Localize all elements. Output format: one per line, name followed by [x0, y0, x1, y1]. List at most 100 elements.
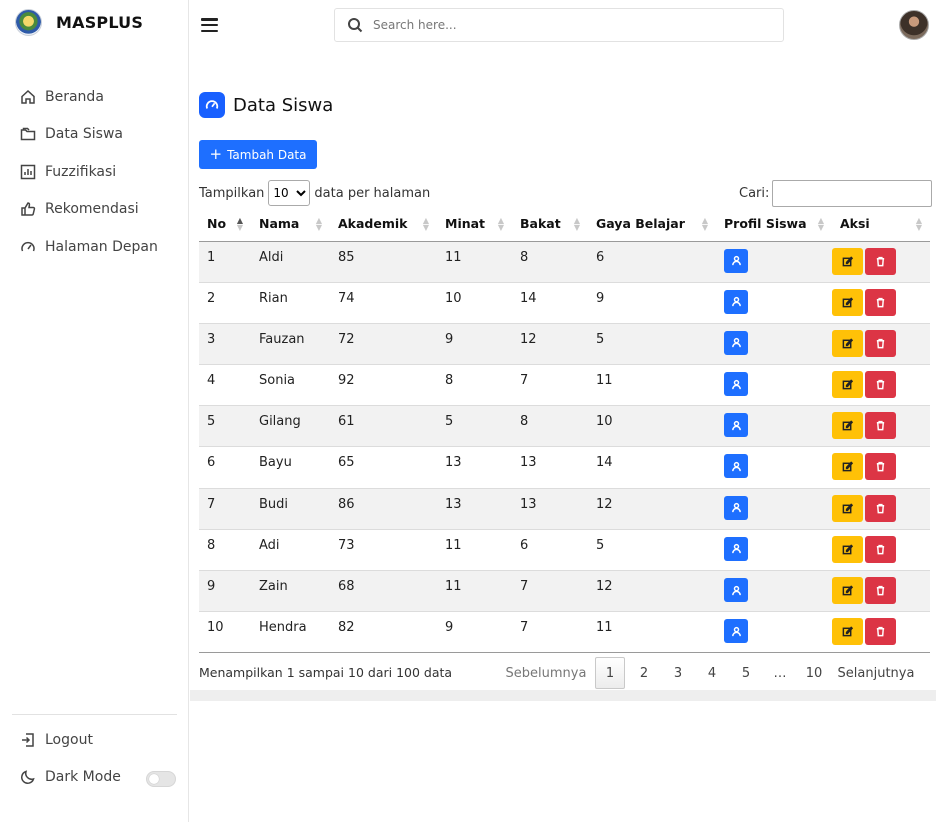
edit-button[interactable]: [832, 494, 863, 522]
sidebar-item-halaman-depan[interactable]: Halaman Depan: [20, 228, 158, 266]
table-cell: Aldi: [251, 241, 330, 283]
view-profile-button[interactable]: [724, 372, 748, 397]
edit-button[interactable]: [832, 371, 863, 399]
brand[interactable]: MASPLUS: [15, 9, 143, 36]
column-header[interactable]: Profil Siswa ▲ ▼: [716, 207, 832, 242]
delete-button[interactable]: [865, 329, 896, 357]
app-logo: [15, 9, 42, 36]
view-profile-button[interactable]: [724, 454, 748, 479]
table-cell: 7: [512, 570, 588, 613]
delete-button[interactable]: [865, 247, 896, 275]
edit-button[interactable]: [832, 412, 863, 440]
profile-cell: [716, 446, 832, 489]
table-cell: Hendra: [251, 611, 330, 654]
view-profile-button[interactable]: [724, 248, 748, 273]
menu-toggle-button[interactable]: [201, 18, 218, 32]
delete-button[interactable]: [865, 453, 896, 481]
sidebar-item-label: Halaman Depan: [45, 238, 158, 255]
table-cell: 7: [512, 611, 588, 654]
actions-cell: [832, 364, 930, 407]
table-cell: 9: [437, 611, 512, 654]
column-header[interactable]: Akademik ▲ ▼: [330, 207, 437, 242]
pagination-pages: 1 2 3 4 5 … 10: [595, 657, 831, 689]
table-row: 5 Gilang 61 5 8 10: [199, 405, 930, 448]
delete-button[interactable]: [865, 371, 896, 399]
table-search-control: Cari:: [739, 180, 933, 207]
user-icon: [731, 502, 742, 513]
pagination-page[interactable]: 10: [797, 657, 831, 689]
column-header[interactable]: Minat ▲ ▼: [437, 207, 512, 242]
view-profile-button[interactable]: [724, 413, 748, 438]
column-header[interactable]: Gaya Belajar ▲ ▼: [588, 207, 716, 242]
sidebar-item-beranda[interactable]: Beranda: [20, 78, 158, 116]
sidebar-item-rekomendasi[interactable]: Rekomendasi: [20, 191, 158, 229]
user-icon: [731, 296, 742, 307]
avatar[interactable]: [899, 10, 929, 40]
view-profile-button[interactable]: [724, 578, 748, 602]
delete-button[interactable]: [865, 618, 896, 646]
table-cell: 6: [512, 529, 588, 572]
dark-mode-toggle[interactable]: [146, 771, 176, 787]
add-data-button[interactable]: + Tambah Data: [199, 140, 317, 169]
table-cell: 5: [588, 529, 716, 572]
column-header[interactable]: Aksi ▲ ▼: [832, 207, 930, 242]
user-icon: [731, 461, 742, 472]
edit-button[interactable]: [832, 247, 863, 275]
user-icon: [731, 543, 742, 554]
sidebar-item-data-siswa[interactable]: Data Siswa: [20, 116, 158, 154]
edit-button[interactable]: [832, 453, 863, 481]
pagination-page[interactable]: 5: [729, 657, 763, 689]
sidebar-divider: [12, 714, 177, 715]
trash-icon: [875, 379, 886, 390]
column-header[interactable]: No ▲ ▼: [199, 207, 251, 242]
pagination-page[interactable]: 2: [627, 657, 661, 689]
table-cell: Sonia: [251, 364, 330, 407]
table-cell: 11: [437, 570, 512, 613]
delete-button[interactable]: [865, 494, 896, 522]
column-header[interactable]: Nama ▲ ▼: [251, 207, 330, 242]
view-profile-button[interactable]: [724, 495, 748, 520]
table-cell: 86: [330, 488, 437, 530]
table-row: 4 Sonia 92 8 7 11: [199, 364, 930, 407]
edit-button[interactable]: [832, 288, 863, 316]
table-search-input[interactable]: [772, 180, 933, 207]
delete-button[interactable]: [865, 577, 896, 604]
logout-button[interactable]: Logout: [20, 732, 93, 748]
search-input[interactable]: [373, 18, 753, 32]
delete-button[interactable]: [865, 412, 896, 440]
column-header-label: Bakat: [520, 216, 561, 232]
view-profile-button[interactable]: [724, 619, 748, 644]
horizontal-scrollbar[interactable]: [190, 690, 936, 701]
pagination-prev[interactable]: Sebelumnya: [497, 657, 595, 689]
edit-button[interactable]: [832, 535, 863, 563]
table-cell: 85: [330, 241, 437, 283]
table-cell: 65: [330, 446, 437, 489]
pagination-page[interactable]: 1: [595, 657, 625, 689]
pagination-page[interactable]: 4: [695, 657, 729, 689]
column-header[interactable]: Bakat ▲ ▼: [512, 207, 588, 242]
table-cell: 13: [512, 446, 588, 489]
delete-button[interactable]: [865, 288, 896, 316]
view-profile-button[interactable]: [724, 289, 748, 314]
sidebar-item-fuzzifikasi[interactable]: Fuzzifikasi: [20, 153, 158, 191]
table-cell: 11: [588, 611, 716, 654]
page-length-select[interactable]: 10: [268, 180, 311, 206]
actions-cell: [832, 241, 930, 283]
table-cell: 72: [330, 323, 437, 366]
pagination-next[interactable]: Selanjutnya: [831, 657, 921, 689]
edit-button[interactable]: [832, 329, 863, 357]
profile-cell: [716, 405, 832, 448]
edit-button[interactable]: [832, 577, 863, 604]
table-cell: 11: [437, 529, 512, 572]
delete-button[interactable]: [865, 535, 896, 563]
table-cell: 6: [588, 241, 716, 283]
add-data-label: Tambah Data: [227, 147, 307, 162]
edit-button[interactable]: [832, 618, 863, 646]
view-profile-button[interactable]: [724, 536, 748, 561]
pagination-page[interactable]: 3: [661, 657, 695, 689]
sort-icon: ▲ ▼: [422, 216, 429, 232]
view-profile-button[interactable]: [724, 330, 748, 355]
table-row: 7 Budi 86 13 13 12: [199, 488, 930, 530]
user-icon: [731, 626, 742, 637]
actions-cell: [832, 282, 930, 324]
